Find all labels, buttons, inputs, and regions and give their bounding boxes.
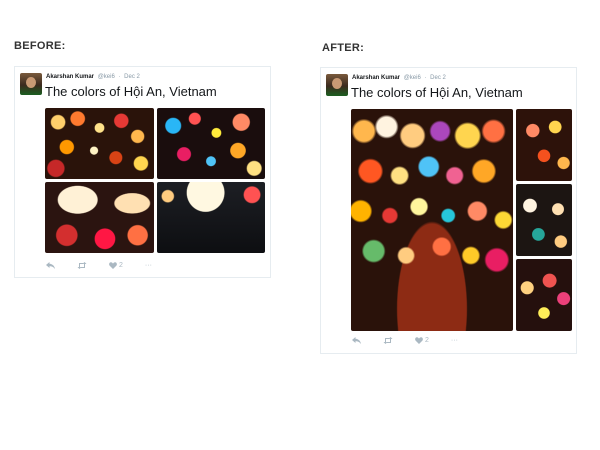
retweet-icon [383,337,393,344]
before-label: BEFORE: [14,40,66,52]
heart-icon [415,337,423,344]
reply-button[interactable] [352,337,361,344]
more-button[interactable]: ··· [451,337,458,344]
reply-icon [46,262,55,269]
like-button[interactable]: 2 [415,337,429,344]
meta-separator: · [424,75,427,81]
tweet-actions: 2 ··· [46,262,174,269]
reply-icon [352,337,361,344]
tweet-meta: Akarshan Kumar @kei6 · Dec 2 [46,74,140,80]
photo-2[interactable] [516,109,572,181]
after-label: AFTER: [322,42,365,54]
like-count: 2 [425,337,429,344]
author-handle[interactable]: @kei6 [404,75,421,81]
more-icon: ··· [450,337,458,344]
retweet-button[interactable] [77,262,87,269]
retweet-button[interactable] [383,337,393,344]
tweet-date[interactable]: Dec 2 [430,75,446,81]
after-tweet-card[interactable]: Akarshan Kumar @kei6 · Dec 2 The colors … [320,67,577,354]
more-icon: ··· [144,262,152,269]
avatar[interactable] [326,74,348,96]
photo-4[interactable] [157,182,265,253]
more-button[interactable]: ··· [145,262,152,269]
like-count: 2 [119,262,123,269]
like-button[interactable]: 2 [109,262,123,269]
photo-1[interactable] [45,108,154,179]
retweet-icon [77,262,87,269]
author-name[interactable]: Akarshan Kumar [46,74,94,80]
tweet-date[interactable]: Dec 2 [124,74,140,80]
author-handle[interactable]: @kei6 [98,74,115,80]
photo-3[interactable] [45,182,154,253]
avatar[interactable] [20,73,42,95]
reply-button[interactable] [46,262,55,269]
tweet-actions: 2 ··· [352,337,480,344]
photo-1[interactable] [351,109,513,331]
tweet-meta: Akarshan Kumar @kei6 · Dec 2 [352,75,446,81]
photo-3[interactable] [516,184,572,256]
photo-4[interactable] [516,259,572,331]
before-tweet-card[interactable]: Akarshan Kumar @kei6 · Dec 2 The colors … [14,66,271,278]
photo-2[interactable] [157,108,265,179]
meta-separator: · [118,74,121,80]
tweet-text: The colors of Hội An, Vietnam [351,85,523,100]
author-name[interactable]: Akarshan Kumar [352,75,400,81]
tweet-text: The colors of Hội An, Vietnam [45,84,217,99]
heart-icon [109,262,117,269]
